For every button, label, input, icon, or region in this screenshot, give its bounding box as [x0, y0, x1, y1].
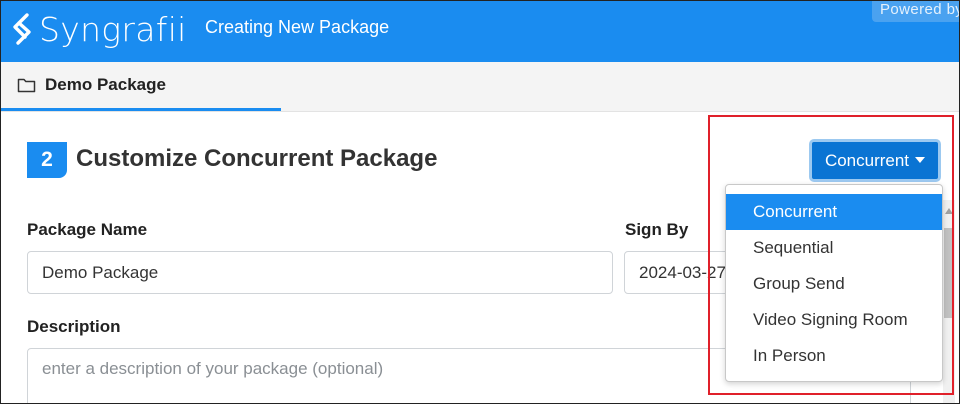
page-title: Customize Concurrent Package — [76, 145, 438, 172]
step-number-badge: 2 — [27, 142, 67, 178]
dropdown-selected-label: Concurrent — [824, 150, 910, 170]
powered-by-badge: Powered by — [872, 0, 960, 22]
sign-by-label: Sign By — [625, 220, 689, 239]
dropdown-item-group-send[interactable]: Group Send — [726, 266, 942, 302]
dropdown-item-concurrent[interactable]: Concurrent — [726, 194, 942, 230]
caret-down-icon — [915, 156, 926, 163]
logo-text: Syngrafii — [39, 9, 187, 49]
page-scrollbar-thumb[interactable] — [944, 228, 954, 318]
package-type-dropdown-menu: Concurrent Sequential Group Send Video S… — [725, 184, 943, 382]
dropdown-item-sequential[interactable]: Sequential — [726, 230, 942, 266]
package-type-dropdown-button[interactable]: Concurrent — [809, 139, 941, 182]
tab-demo-package[interactable]: Demo Package — [0, 62, 281, 111]
header-subtitle: Creating New Package — [205, 17, 390, 37]
package-name-label: Package Name — [27, 220, 148, 239]
package-tab-bar: Demo Package — [0, 62, 960, 112]
folder-icon — [17, 78, 36, 93]
scroll-up-arrow-icon[interactable] — [945, 208, 953, 214]
syngrafii-logo[interactable]: Syngrafii — [8, 9, 187, 49]
description-label: Description — [27, 317, 121, 336]
dropdown-item-video-signing-room[interactable]: Video Signing Room — [726, 302, 942, 338]
tab-label: Demo Package — [45, 75, 166, 94]
package-name-input[interactable] — [27, 251, 613, 294]
syngrafii-logo-icon — [13, 13, 31, 45]
app-header: Syngrafii Creating New Package Powered b… — [0, 0, 960, 62]
dropdown-item-in-person[interactable]: In Person — [726, 338, 942, 374]
